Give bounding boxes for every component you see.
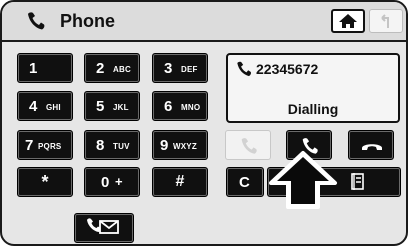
message-button[interactable] [74,213,134,243]
number-display: 22345672 Dialling [226,53,400,123]
key-letters: DEF [181,65,198,74]
key-0[interactable]: 0 + [84,167,140,197]
key-3[interactable]: 3 DEF [152,53,208,83]
key-letters: WXYZ [173,142,197,151]
call-status: Dialling [287,101,339,117]
key-letters: JKL [113,103,129,112]
key-digit: 2 [96,60,105,77]
key-7[interactable]: 7 PQRS [17,130,73,160]
key-letters: PQRS [38,142,62,151]
end-call-button[interactable] [348,130,394,160]
key-9[interactable]: 9 WXYZ [152,130,208,160]
key-digit: 1 [29,60,38,77]
key-digit: 9 [160,137,169,154]
key-1[interactable]: 1 [17,53,73,83]
key-letters: TUV [113,142,130,151]
key-letters: ABC [113,65,131,74]
key-digit: 5 [96,98,105,115]
key-2[interactable]: 2 ABC [84,53,140,83]
answer-button-disabled[interactable] [225,130,271,160]
key-letters: + [115,174,123,189]
message-icon [87,218,119,234]
key-digit: 8 [96,137,105,154]
back-button[interactable] [369,9,403,33]
home-button[interactable] [331,9,365,33]
phone-screen: Phone 1 2 ABC 3 DEF 4 GHI 5 JKL 6 MNO 7 … [0,0,408,246]
back-arrow-icon [381,14,389,28]
key-digit: 7 [25,137,34,154]
key-letters: GHI [46,103,61,112]
end-call-icon [362,144,382,150]
home-icon [339,14,357,28]
handset-icon [241,138,257,154]
key-digit: 4 [29,98,38,115]
dialled-number: 22345672 [256,61,319,77]
key-digit: 0 [101,174,110,191]
handset-icon [28,12,45,30]
key-digit: # [175,173,185,190]
key-5[interactable]: 5 JKL [84,91,140,121]
title-bar: Phone [2,2,406,42]
clear-label: C [239,174,250,191]
key-4[interactable]: 4 GHI [17,91,73,121]
key-digit: 6 [164,98,173,115]
page-title: Phone [60,11,116,31]
key-6[interactable]: 6 MNO [152,91,208,121]
handset-icon [237,61,251,77]
pointer-arrow-icon [269,151,337,209]
clear-button[interactable]: C [226,167,264,197]
phonebook-icon [351,173,364,190]
key-star[interactable]: * [17,167,73,197]
key-8[interactable]: 8 TUV [84,130,140,160]
key-digit: * [41,172,49,192]
key-letters: MNO [181,103,201,112]
key-hash[interactable]: # [152,167,208,197]
key-digit: 3 [164,60,173,77]
